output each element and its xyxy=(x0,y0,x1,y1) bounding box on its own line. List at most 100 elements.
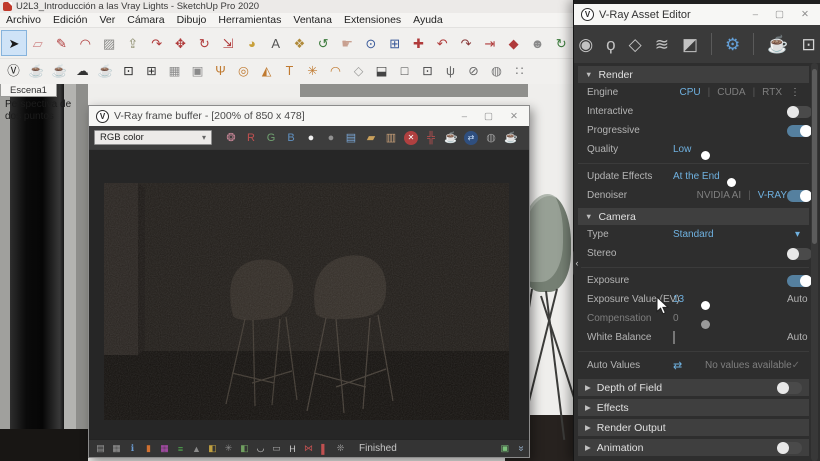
vfb-denoise-icon[interactable]: ❊ xyxy=(334,442,347,455)
option-v-ray[interactable]: V-RAY xyxy=(758,190,787,201)
text-tool-icon[interactable]: A xyxy=(264,31,288,55)
vfb-info-icon[interactable]: ℹ xyxy=(126,442,139,455)
scrollbar-thumb[interactable] xyxy=(812,69,817,244)
exposure-auto-button[interactable]: Auto xyxy=(787,294,808,305)
white-balance-auto-button[interactable]: Auto xyxy=(787,332,808,343)
menu-edici-n[interactable]: Edición xyxy=(47,14,93,26)
depth-of-field-toggle[interactable] xyxy=(777,382,802,394)
alpha-channel-icon[interactable]: ● xyxy=(321,129,341,147)
denoiser-toggle[interactable] xyxy=(787,190,812,202)
textures-icon[interactable]: ≋ xyxy=(655,36,669,53)
vray-fur-icon[interactable]: ψ xyxy=(439,61,462,82)
vray-omni-light-icon[interactable]: ✳ xyxy=(301,61,324,82)
menu-ayuda[interactable]: Ayuda xyxy=(407,14,449,26)
vray-render-last-icon[interactable]: ☕ xyxy=(94,61,117,82)
vfb-exposure-icon[interactable]: ◧ xyxy=(206,442,219,455)
signin-avatar-icon[interactable]: ☻ xyxy=(526,31,550,55)
vray-dome-light-icon[interactable]: ◠ xyxy=(324,61,347,82)
vray-render-cloud-icon[interactable]: ☁ xyxy=(71,61,94,82)
frame-buffer-titlebar[interactable]: V V-Ray frame buffer - [200% of 850 x 47… xyxy=(89,106,529,126)
rectangle-tool-icon[interactable]: ▨ xyxy=(97,31,121,55)
white-balance-swatch[interactable] xyxy=(673,331,675,344)
orbit-tool-icon[interactable]: ↺ xyxy=(311,31,335,55)
vray-ies-light-icon[interactable]: Τ xyxy=(278,61,301,82)
option-cpu[interactable]: CPU xyxy=(679,87,700,98)
expand-panel-icon[interactable]: » xyxy=(516,446,527,452)
vray-gem-icon[interactable]: ◆ xyxy=(502,31,526,55)
blue-channel-icon[interactable]: B xyxy=(281,129,301,147)
section-render[interactable]: ▼ Render xyxy=(578,66,809,83)
interactive-toggle[interactable] xyxy=(787,106,812,118)
vray-frame-buffer-button-icon[interactable]: ⊡ xyxy=(117,61,140,82)
vray-plane-light-icon[interactable]: Ψ xyxy=(209,61,232,82)
vray-scatter-icon[interactable]: ∷ xyxy=(508,61,531,82)
vfb-lut-icon[interactable]: ▭ xyxy=(270,442,283,455)
section-effects[interactable]: ▶Effects xyxy=(578,399,809,416)
vray-mesh-light-icon[interactable]: ◇ xyxy=(347,61,370,82)
option-rtx[interactable]: RTX xyxy=(762,87,782,98)
progressive-toggle[interactable] xyxy=(787,125,812,137)
render-teapot-icon[interactable]: ☕ xyxy=(767,36,788,53)
rotate-tool-icon[interactable]: ↻ xyxy=(192,31,216,55)
geometries-icon[interactable]: ◇ xyxy=(629,36,642,53)
menu-c-mara[interactable]: Cámara xyxy=(121,14,170,26)
menu-ventana[interactable]: Ventana xyxy=(287,14,338,26)
pushpull-tool-icon[interactable]: ⇪ xyxy=(121,31,145,55)
vfb-lens-effects-icon[interactable]: ▌ xyxy=(318,442,331,455)
green-channel-icon[interactable]: G xyxy=(261,129,281,147)
rgb-channels-icon[interactable]: ❂ xyxy=(221,129,241,147)
close-button[interactable]: ✕ xyxy=(801,9,809,20)
vfb-history-icon[interactable]: ▤ xyxy=(94,442,107,455)
scene-tab[interactable]: Escena1 xyxy=(0,84,57,97)
load-image-icon[interactable]: ▰ xyxy=(361,129,381,147)
compare-images-icon[interactable]: ⇄ xyxy=(464,131,478,145)
arc-tool-icon[interactable]: ◠ xyxy=(73,31,97,55)
export-button-icon[interactable]: ⇥ xyxy=(478,31,502,55)
vfb-white-balance-icon[interactable]: ◧ xyxy=(238,442,251,455)
section-depth-of-field[interactable]: ▶Depth of Field xyxy=(578,379,809,396)
zoom-window-tool-icon[interactable]: ⊞ xyxy=(383,31,407,55)
pan-tool-icon[interactable]: ☛ xyxy=(335,31,359,55)
asset-editor-titlebar[interactable]: V V-Ray Asset Editor – ▢ ✕ xyxy=(574,4,820,25)
vfb-curve-icon[interactable]: ◡ xyxy=(254,442,267,455)
vray-sphere-light-icon[interactable]: ◎ xyxy=(232,61,255,82)
stamp-icon[interactable]: ◍ xyxy=(481,129,501,147)
move-tool-icon[interactable]: ✥ xyxy=(169,31,193,55)
next-view-icon[interactable]: ↷ xyxy=(454,31,478,55)
minimize-button[interactable]: – xyxy=(753,9,758,20)
render-elements-icon[interactable]: ◩ xyxy=(682,36,698,53)
vfb-h-tool-icon[interactable]: H xyxy=(286,442,299,455)
panel-collapse-handle[interactable]: ‹ xyxy=(573,250,581,276)
menu-dibujo[interactable]: Dibujo xyxy=(171,14,213,26)
vray-cloud-gallery-icon[interactable]: ▦ xyxy=(163,61,186,82)
section-render-output[interactable]: ▶Render Output xyxy=(578,419,809,436)
vfb-gradient-icon[interactable]: ▮ xyxy=(142,442,155,455)
stop-render-icon[interactable]: ✕ xyxy=(404,131,418,145)
menu-herramientas[interactable]: Herramientas xyxy=(212,14,287,26)
materials-palette-icon[interactable]: ❖ xyxy=(288,31,312,55)
menu-archivo[interactable]: Archivo xyxy=(0,14,47,26)
close-button[interactable]: ✕ xyxy=(510,111,518,122)
zoom-extents-tool-icon[interactable]: ✚ xyxy=(407,31,431,55)
stereo-toggle[interactable] xyxy=(787,248,812,260)
engine-menu-icon[interactable]: ⋮ xyxy=(790,87,800,98)
settings-icon[interactable]: ⚙ xyxy=(725,36,740,53)
scrollbar[interactable] xyxy=(811,63,818,461)
last-render-teapot-icon[interactable]: ☕ xyxy=(501,129,521,147)
maximize-button[interactable]: ▢ xyxy=(775,9,784,20)
vray-asset-editor-icon[interactable]: Ⓥ xyxy=(2,61,25,82)
vray-render-interactive-icon[interactable]: ☕ xyxy=(48,61,71,82)
save-image-icon[interactable]: ▤ xyxy=(341,129,361,147)
red-channel-icon[interactable]: R xyxy=(241,129,261,147)
apply-check-icon[interactable]: ✓ xyxy=(792,360,800,371)
scale-tool-icon[interactable]: ⇲ xyxy=(216,31,240,55)
lights-icon[interactable]: ϙ xyxy=(606,36,615,53)
menu-extensiones[interactable]: Extensiones xyxy=(338,14,407,26)
vfb-levels-icon[interactable]: ≡ xyxy=(174,442,187,455)
section-animation[interactable]: ▶Animation xyxy=(578,439,809,456)
maximize-button[interactable]: ▢ xyxy=(484,111,493,122)
vray-lock-icon[interactable]: ▣ xyxy=(186,61,209,82)
option-nvidia-ai[interactable]: NVIDIA AI xyxy=(697,190,741,201)
vray-render-icon[interactable]: ☕ xyxy=(25,61,48,82)
vfb-bloom-icon[interactable]: ⋈ xyxy=(302,442,315,455)
